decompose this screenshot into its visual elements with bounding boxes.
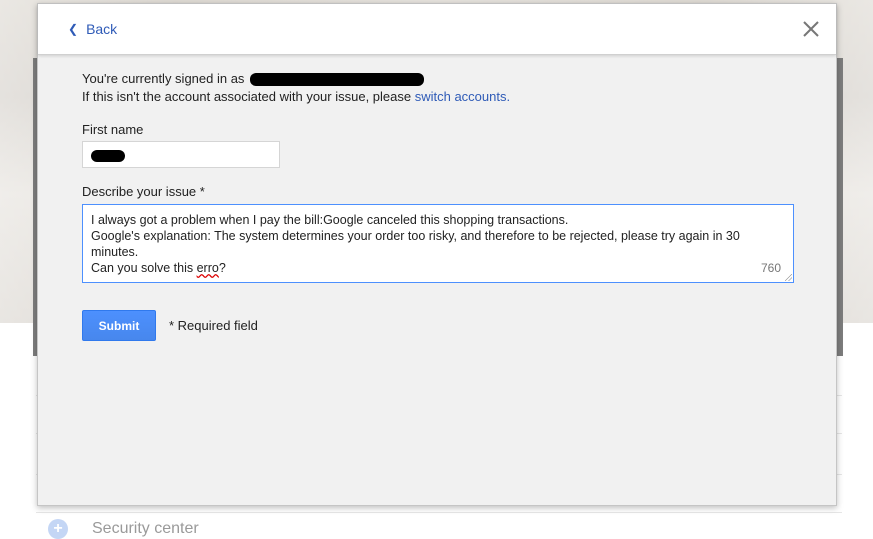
issue-line: I always got a problem when I pay the bi… — [91, 213, 569, 227]
resize-handle[interactable] — [785, 274, 792, 281]
describe-issue-label: Describe your issue * — [82, 184, 205, 199]
account-notice: If this isn't the account associated wit… — [82, 88, 794, 106]
misspelled-word: erro — [196, 261, 219, 275]
back-button[interactable]: ❮ Back — [68, 21, 117, 37]
submit-button[interactable]: Submit — [82, 310, 156, 341]
issue-line: Google's explanation: The system determi… — [91, 229, 744, 259]
contact-dialog: ❮ Back You're currently signed in as If … — [37, 3, 837, 506]
issue-line-text: Can you solve this — [91, 261, 197, 275]
dialog-header: ❮ Back — [38, 4, 836, 55]
background-security-item: + Security center — [48, 519, 199, 539]
redacted-first-name — [91, 150, 125, 162]
account-notice-text: If this isn't the account associated wit… — [82, 89, 415, 104]
background-divider — [36, 512, 842, 513]
first-name-field[interactable] — [82, 141, 280, 168]
security-center-label: Security center — [92, 520, 199, 537]
close-icon[interactable] — [802, 20, 820, 38]
switch-accounts-link[interactable]: switch accounts. — [415, 89, 510, 104]
issue-line-end: ? — [218, 261, 226, 275]
dialog-body: You're currently signed in as If this is… — [82, 70, 794, 341]
plus-icon: + — [48, 519, 68, 539]
first-name-label: First name — [82, 122, 144, 137]
redacted-account — [250, 73, 425, 87]
chevron-left-icon: ❮ — [68, 22, 79, 36]
signed-in-notice: You're currently signed in as — [82, 70, 794, 88]
form-actions: Submit * Required field — [82, 310, 794, 341]
back-label: Back — [86, 21, 118, 37]
character-counter: 760 — [760, 261, 781, 275]
required-field-note: * Required field — [169, 318, 258, 333]
issue-line: Can you solve this erro? — [91, 260, 785, 276]
issue-description-textarea[interactable]: I always got a problem when I pay the bi… — [82, 204, 794, 283]
signed-in-text: You're currently signed in as — [82, 71, 249, 86]
